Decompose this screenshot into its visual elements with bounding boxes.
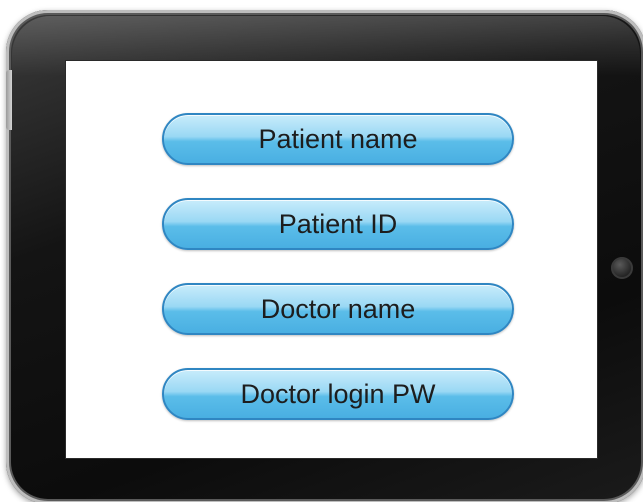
home-button-icon[interactable]: [611, 257, 633, 279]
patient-name-button[interactable]: Patient name: [162, 113, 514, 165]
page: Patient name Patient ID Doctor name Doct…: [0, 0, 643, 502]
doctor-login-pw-label: Doctor login PW: [240, 378, 436, 409]
patient-id-label: Patient ID: [278, 208, 398, 239]
tablet-screen: Patient name Patient ID Doctor name Doct…: [65, 60, 598, 459]
doctor-name-label: Doctor name: [260, 293, 416, 324]
doctor-name-button[interactable]: Doctor name: [162, 283, 514, 335]
patient-id-button[interactable]: Patient ID: [162, 198, 514, 250]
doctor-login-pw-button[interactable]: Doctor login PW: [162, 368, 514, 420]
side-hardware-button: [6, 70, 12, 130]
tablet-device: Patient name Patient ID Doctor name Doct…: [6, 10, 643, 502]
patient-name-label: Patient name: [258, 123, 418, 154]
